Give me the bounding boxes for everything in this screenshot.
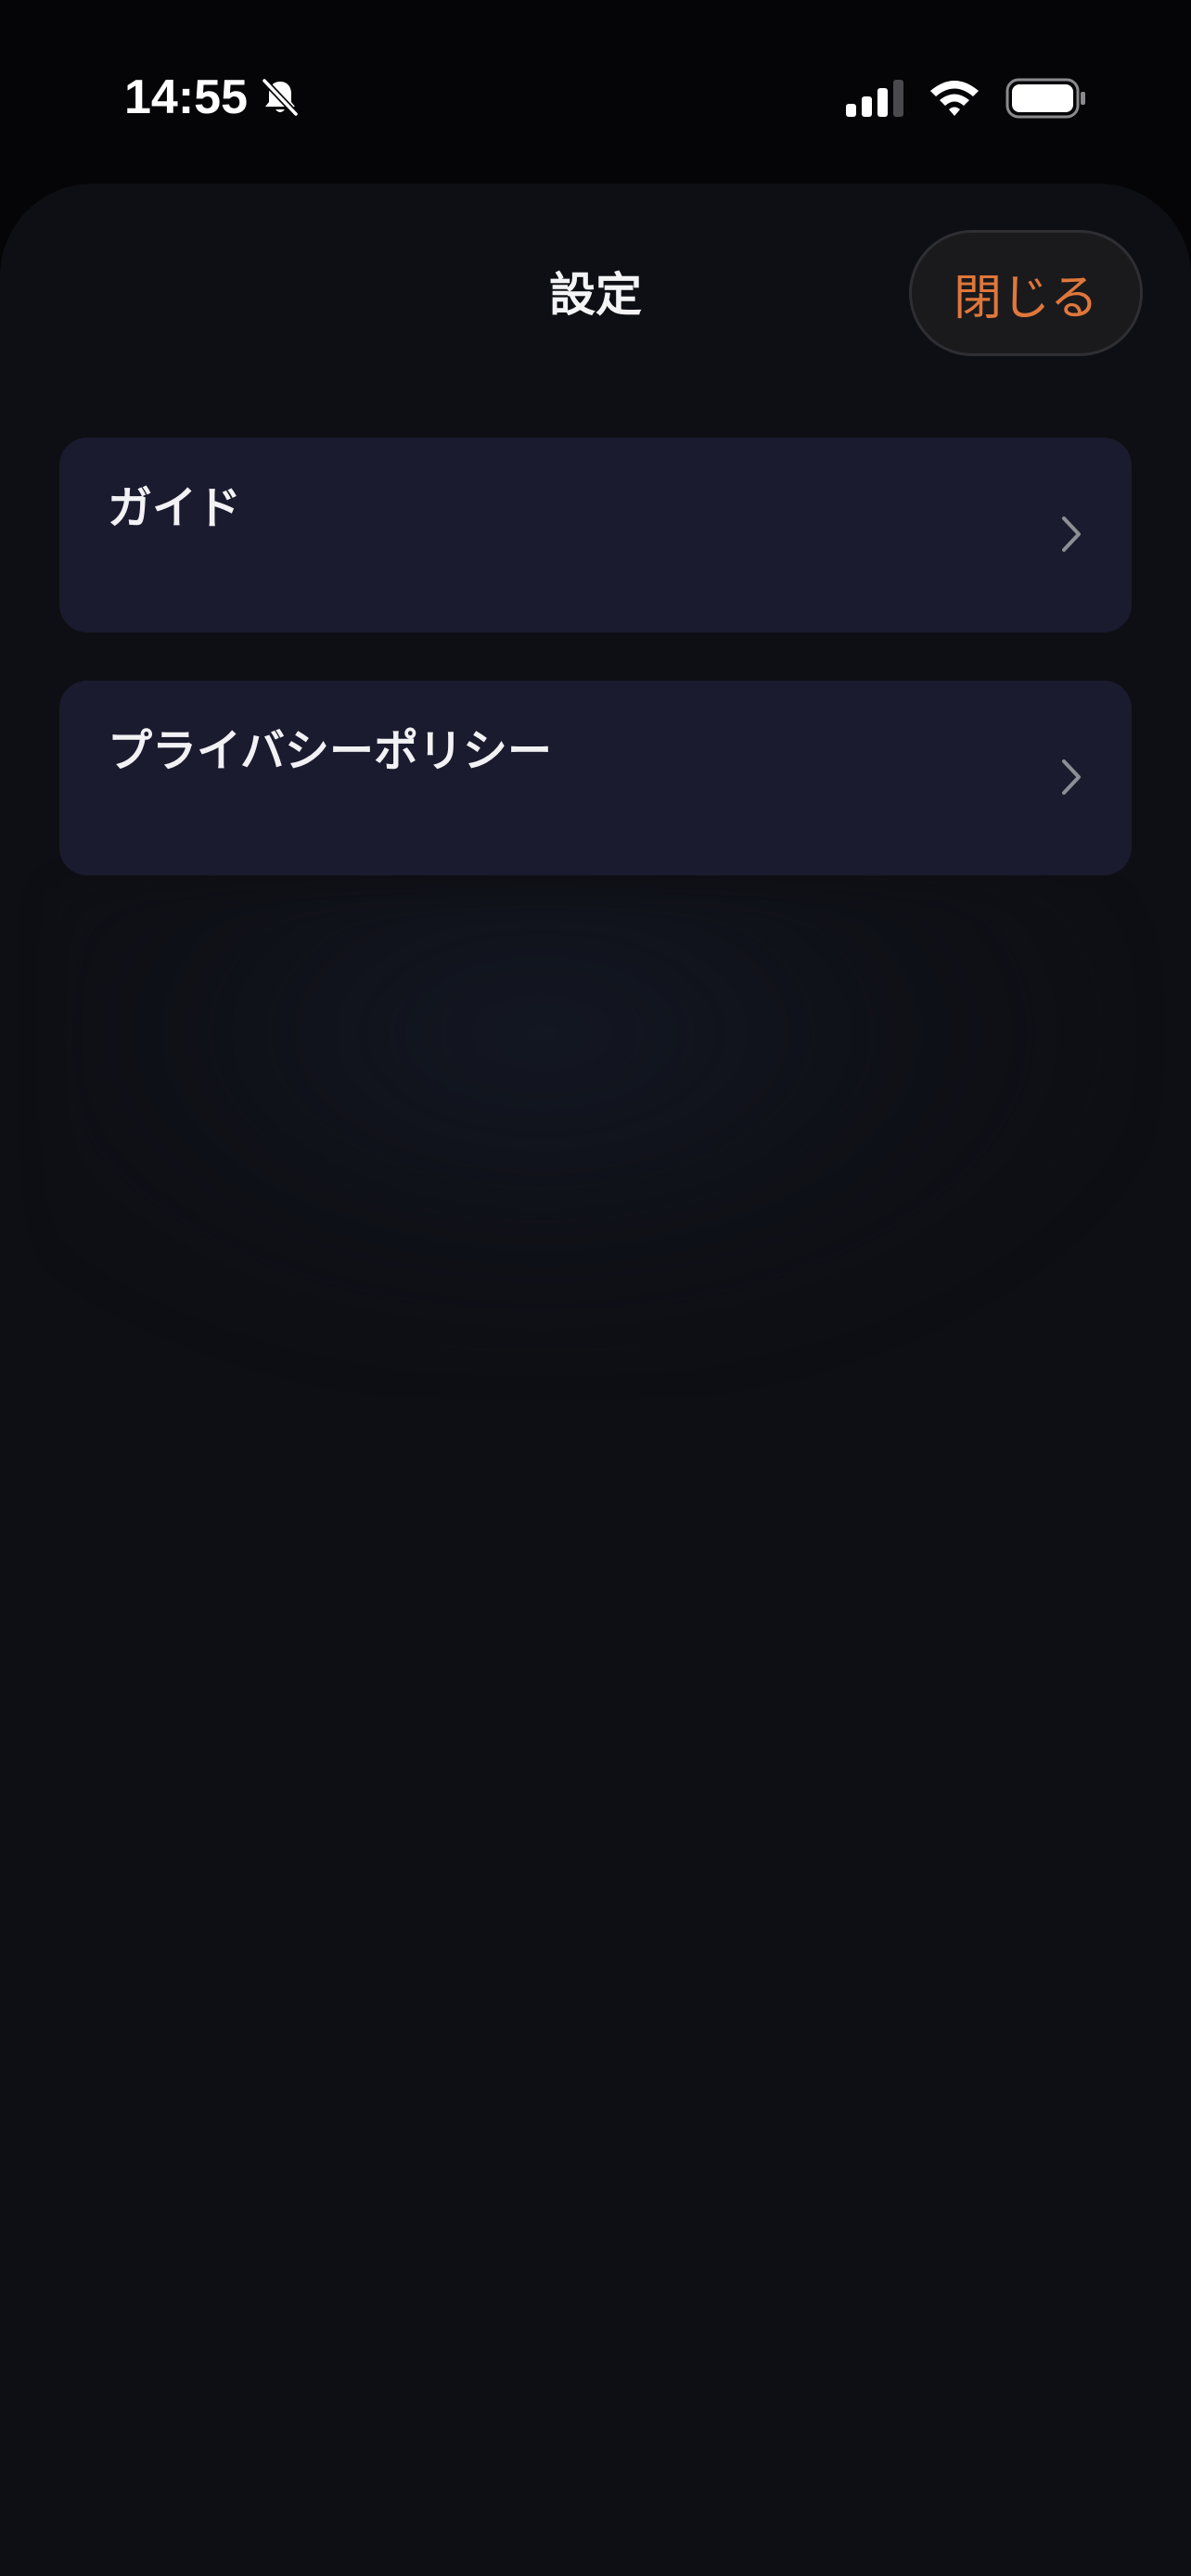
menu-item-label: プライバシーポリシー <box>108 725 553 777</box>
status-time-group: 14:55 <box>124 65 301 130</box>
background-glow <box>56 888 1135 1371</box>
menu-item-privacy-policy[interactable]: プライバシーポリシー <box>59 681 1132 875</box>
close-button[interactable]: 閉じる <box>909 230 1143 356</box>
bell-slash-icon <box>261 77 300 118</box>
menu-item-label: ガイド <box>108 482 242 534</box>
cellular-signal-icon <box>846 80 903 117</box>
settings-menu-list: ガイド プライバシーポリシー <box>59 438 1132 924</box>
status-bar: 14:55 <box>0 0 1191 185</box>
menu-item-guide[interactable]: ガイド <box>59 438 1132 632</box>
battery-icon <box>1005 78 1085 119</box>
settings-sheet: 設定 閉じる ガイド プライバシーポリシー <box>0 184 1191 2576</box>
status-time: 14:55 <box>124 70 248 124</box>
chevron-right-icon <box>1062 516 1081 552</box>
chevron-right-icon <box>1062 759 1081 795</box>
screen: 14:55 設定 閉じる ガイド プライバシーポリシー <box>0 0 1191 2576</box>
wifi-icon <box>930 81 979 116</box>
status-indicators <box>846 72 1087 124</box>
